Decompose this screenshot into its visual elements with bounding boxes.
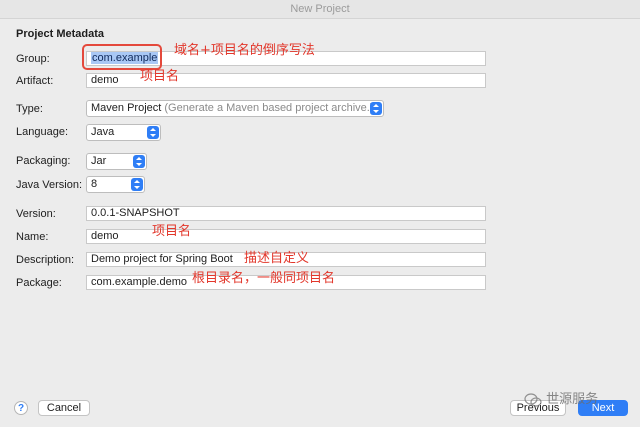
annotation-name: 项目名 bbox=[152, 224, 192, 239]
type-select[interactable]: Maven Project (Generate a Maven based pr… bbox=[86, 100, 384, 117]
package-label: Package: bbox=[16, 277, 62, 289]
watermark-text: 世源服务 bbox=[546, 392, 599, 407]
language-select[interactable]: Java bbox=[86, 124, 161, 141]
description-label: Description: bbox=[16, 254, 75, 266]
type-value: Maven Project bbox=[91, 102, 162, 114]
packaging-chevron-icon bbox=[133, 155, 145, 168]
window-title: New Project bbox=[290, 3, 350, 15]
help-button[interactable]: ? bbox=[14, 401, 28, 415]
packaging-select[interactable]: Jar bbox=[86, 153, 147, 170]
artifact-label: Artifact: bbox=[16, 75, 54, 87]
version-input[interactable]: 0.0.1-SNAPSHOT bbox=[86, 206, 486, 221]
annotation-package: 根目录名，一般同项目名 bbox=[192, 271, 336, 286]
version-label: Version: bbox=[16, 208, 56, 220]
window-titlebar: New Project bbox=[0, 0, 640, 19]
section-title: Project Metadata bbox=[16, 28, 105, 40]
name-input[interactable]: demo bbox=[86, 229, 486, 244]
type-label: Type: bbox=[16, 103, 43, 115]
java-version-chevron-icon bbox=[131, 178, 143, 191]
type-hint: (Generate a Maven based project archive.… bbox=[164, 102, 374, 114]
watermark: 世源服务 bbox=[524, 388, 598, 407]
group-label: Group: bbox=[16, 53, 50, 65]
wechat-icon bbox=[524, 392, 542, 407]
annotation-group: 域名+项目名的倒序写法 bbox=[174, 43, 315, 58]
name-label: Name: bbox=[16, 231, 49, 243]
annotation-description: 描述自定义 bbox=[244, 251, 310, 266]
type-chevron-icon bbox=[370, 102, 382, 115]
java-version-value: 8 bbox=[91, 178, 98, 190]
java-version-label: Java Version: bbox=[16, 179, 83, 191]
packaging-label: Packaging: bbox=[16, 155, 71, 167]
language-chevron-icon bbox=[147, 126, 159, 139]
java-version-select[interactable]: 8 bbox=[86, 176, 145, 193]
cancel-button[interactable]: Cancel bbox=[38, 400, 90, 416]
highlight-box bbox=[82, 44, 162, 70]
packaging-value: Jar bbox=[91, 155, 107, 167]
language-value: Java bbox=[91, 126, 115, 138]
language-label: Language: bbox=[16, 126, 68, 138]
annotation-artifact: 项目名 bbox=[140, 69, 180, 84]
